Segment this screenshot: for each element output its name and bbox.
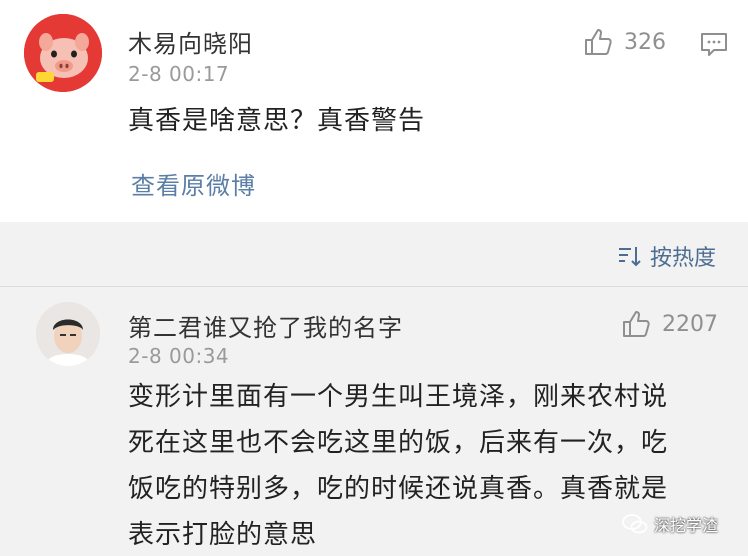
username[interactable]: 木易向晓阳 bbox=[128, 24, 253, 59]
comment-line: 表示打脸的意思 bbox=[128, 520, 318, 550]
avatar[interactable] bbox=[36, 302, 100, 366]
like-button[interactable]: 2207 bbox=[620, 308, 718, 340]
comment-line: 饭吃的特别多，吃的时候还说真香。真香就是 bbox=[128, 474, 669, 504]
timestamp: 2-8 00:34 bbox=[128, 344, 230, 368]
sort-button[interactable]: 按热度 bbox=[616, 240, 716, 272]
like-count: 2207 bbox=[662, 311, 718, 337]
divider bbox=[0, 286, 748, 287]
wechat-icon bbox=[622, 514, 648, 534]
like-button[interactable]: 326 bbox=[582, 26, 666, 58]
thumbs-up-icon bbox=[623, 311, 650, 337]
comment-line: 变形计里面有一个男生叫王境泽，刚来农村说 bbox=[128, 382, 669, 412]
avatar[interactable] bbox=[24, 14, 102, 92]
thumbs-up-icon bbox=[585, 29, 612, 55]
timestamp: 2-8 00:17 bbox=[128, 62, 230, 86]
comment-line: 死在这里也不会吃这里的饭，后来有一次，吃 bbox=[128, 428, 669, 458]
sort-icon bbox=[619, 247, 641, 267]
view-original-link[interactable]: 查看原微博 bbox=[131, 166, 256, 201]
comment-card-top: 木易向晓阳 2-8 00:17 326 真香是啥意思？真香警告 查看原微博 bbox=[0, 0, 748, 222]
comment-icon[interactable] bbox=[700, 32, 728, 58]
user-avatar-icon bbox=[36, 302, 100, 366]
comment-text: 真香是啥意思？真香警告 bbox=[128, 106, 426, 136]
watermark: 深挖学渣 bbox=[622, 512, 718, 536]
username[interactable]: 第二君谁又抢了我的名字 bbox=[128, 308, 403, 343]
comment-text: 变形计里面有一个男生叫王境泽，刚来农村说 死在这里也不会吃这里的饭，后来有一次，… bbox=[128, 374, 668, 556]
like-count: 326 bbox=[624, 29, 666, 55]
sort-label: 按热度 bbox=[650, 246, 717, 271]
watermark-text: 深挖学渣 bbox=[654, 516, 719, 535]
pig-avatar-icon bbox=[24, 14, 102, 92]
